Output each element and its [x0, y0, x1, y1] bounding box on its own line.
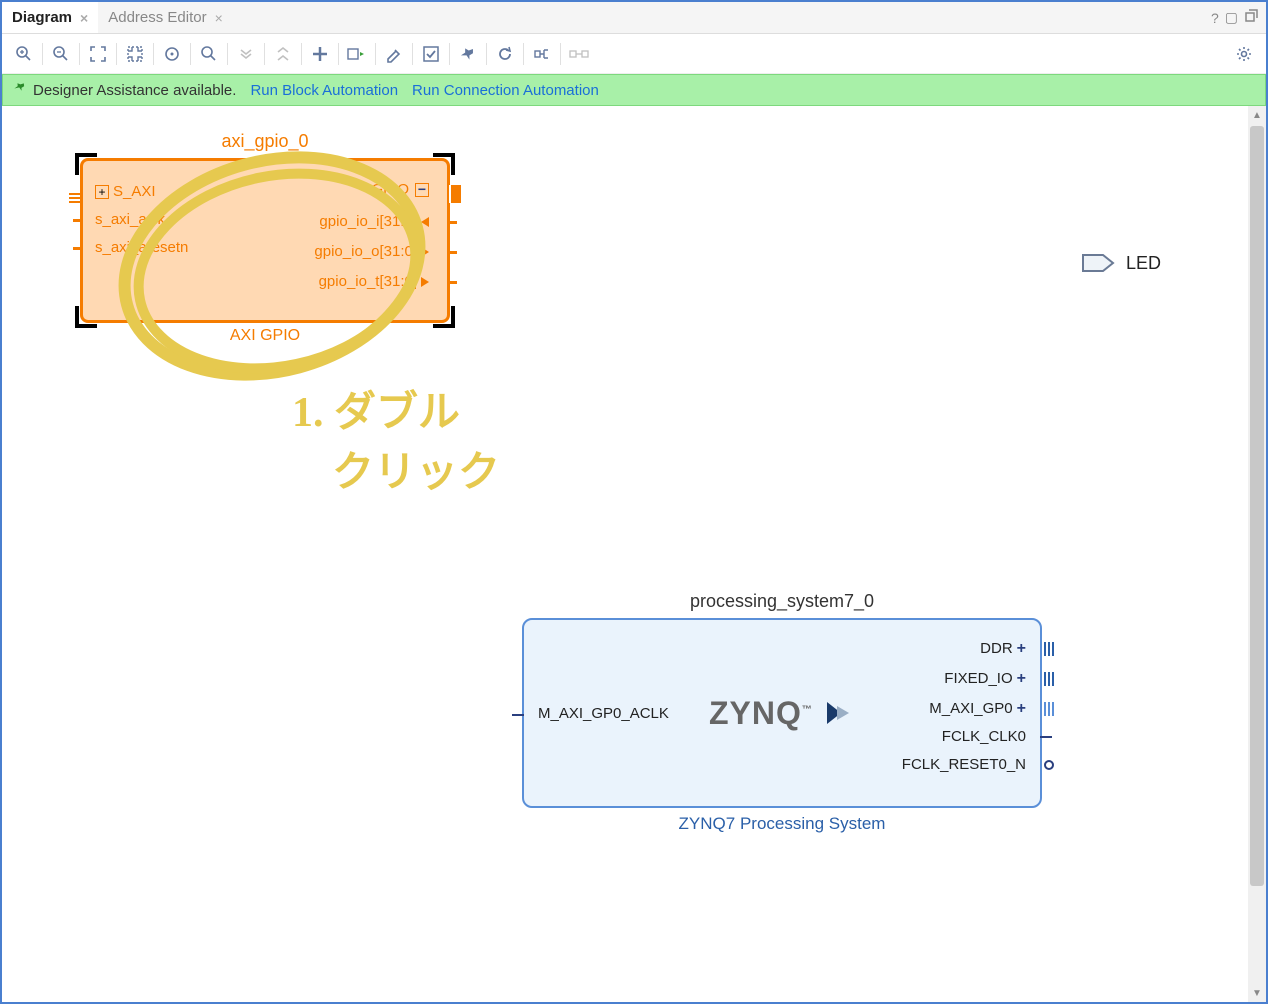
- diagram-toolbar: [2, 34, 1266, 74]
- tab-address-editor[interactable]: Address Editor ×: [98, 2, 233, 33]
- expand-button[interactable]: [269, 40, 297, 68]
- tab-diagram-label: Diagram: [12, 9, 72, 26]
- diagram-canvas[interactable]: axi_gpio_0 +S_AXI s_axi_aclk s_axi_arese…: [2, 106, 1266, 1002]
- tab-diagram-close-icon[interactable]: ×: [80, 10, 88, 26]
- tab-address-editor-close-icon[interactable]: ×: [215, 10, 223, 26]
- input-arrow-icon: [421, 217, 429, 227]
- bus-pin-icon[interactable]: [69, 191, 83, 203]
- designer-assistance-bar: Designer Assistance available. Run Block…: [2, 74, 1266, 106]
- zoom-area-button[interactable]: [121, 40, 149, 68]
- port-m-axi-gp0-aclk[interactable]: M_AXI_GP0_ACLK: [538, 705, 669, 722]
- scrollbar-thumb[interactable]: [1250, 126, 1264, 886]
- diagram-editor-window: Diagram × Address Editor × ? ▢: [0, 0, 1268, 1004]
- tab-bar: Diagram × Address Editor × ? ▢: [2, 2, 1266, 34]
- output-arrow-icon: [421, 247, 429, 257]
- zoom-fit-button[interactable]: [84, 40, 112, 68]
- validate-button[interactable]: [417, 40, 445, 68]
- pin-icon[interactable]: [447, 221, 457, 224]
- tab-diagram[interactable]: Diagram ×: [2, 2, 98, 33]
- port-gpio-io-t[interactable]: gpio_io_t[31:0]: [319, 273, 429, 290]
- collapse-button[interactable]: [232, 40, 260, 68]
- inverted-pin-icon[interactable]: [1044, 760, 1054, 770]
- selection-bracket-icon: [75, 306, 97, 328]
- port-gpio-io-o[interactable]: gpio_io_o[31:0]: [314, 243, 429, 260]
- port-ddr[interactable]: DDR+: [980, 640, 1026, 658]
- port-s-axi-aresetn[interactable]: s_axi_aresetn: [95, 239, 188, 256]
- scroll-up-icon[interactable]: ▲: [1248, 106, 1266, 124]
- collapse-icon[interactable]: −: [415, 183, 429, 197]
- expand-icon[interactable]: +: [1017, 640, 1026, 658]
- bus-pin-icon[interactable]: [1044, 642, 1054, 656]
- zynq-chevron-icon: [827, 695, 853, 732]
- external-port-led[interactable]: LED: [1082, 251, 1161, 275]
- bus-pin-icon[interactable]: [1044, 672, 1054, 686]
- port-gpio-io-i[interactable]: gpio_io_i[31:0]: [319, 213, 429, 230]
- settings-button[interactable]: [1230, 40, 1258, 68]
- bus-pin-icon[interactable]: [1044, 702, 1054, 716]
- auto-layout-button[interactable]: [528, 40, 556, 68]
- customize-button[interactable]: [380, 40, 408, 68]
- vertical-scrollbar[interactable]: ▲ ▼: [1248, 106, 1266, 1002]
- regenerate-button[interactable]: [491, 40, 519, 68]
- add-port-button[interactable]: [343, 40, 371, 68]
- output-port-icon: [1082, 251, 1116, 275]
- run-block-automation-link[interactable]: Run Block Automation: [250, 82, 398, 99]
- add-ip-button[interactable]: [306, 40, 334, 68]
- zoom-out-button[interactable]: [47, 40, 75, 68]
- pin-icon[interactable]: [1040, 736, 1052, 738]
- assist-text: Designer Assistance available.: [33, 82, 236, 99]
- tab-address-editor-label: Address Editor: [108, 9, 206, 26]
- pin-icon[interactable]: [73, 219, 83, 222]
- select-button[interactable]: [158, 40, 186, 68]
- svg-text:クリック: クリック: [332, 450, 500, 496]
- expand-icon[interactable]: +: [95, 185, 109, 199]
- ip-instance-name: axi_gpio_0: [80, 131, 450, 152]
- pin-button[interactable]: [454, 40, 482, 68]
- ip-type-label: AXI GPIO: [80, 327, 450, 345]
- search-button[interactable]: [195, 40, 223, 68]
- group-button[interactable]: [565, 40, 593, 68]
- expand-icon[interactable]: +: [1017, 700, 1026, 718]
- run-connection-automation-link[interactable]: Run Connection Automation: [412, 82, 599, 99]
- port-s-axi[interactable]: +S_AXI: [95, 183, 156, 200]
- port-label: LED: [1126, 253, 1161, 274]
- port-m-axi-gp0[interactable]: M_AXI_GP0+: [929, 700, 1026, 718]
- output-arrow-icon: [421, 277, 429, 287]
- pin-icon: [13, 81, 27, 99]
- help-icon[interactable]: ?: [1211, 10, 1219, 26]
- pin-icon[interactable]: [73, 247, 83, 250]
- zoom-in-button[interactable]: [10, 40, 38, 68]
- svg-text:1. ダブル: 1. ダブル: [292, 388, 460, 436]
- pin-icon[interactable]: [447, 251, 457, 254]
- zynq-logo: ZYNQ™: [709, 695, 853, 732]
- scroll-down-icon[interactable]: ▼: [1248, 984, 1266, 1002]
- port-fclk-reset0-n[interactable]: FCLK_RESET0_N: [902, 756, 1026, 773]
- port-fclk-clk0[interactable]: FCLK_CLK0: [942, 728, 1026, 745]
- port-s-axi-aclk[interactable]: s_axi_aclk: [95, 211, 165, 228]
- ip-block-body[interactable]: M_AXI_GP0_ACLK ZYNQ™ DDR+ FIXED_IO+ M_AX…: [522, 618, 1042, 808]
- selection-bracket-icon: [433, 153, 455, 175]
- expand-icon[interactable]: +: [1017, 670, 1026, 688]
- port-gpio-header[interactable]: GPIO−: [371, 181, 429, 198]
- ip-block-axi-gpio[interactable]: axi_gpio_0 +S_AXI s_axi_aclk s_axi_arese…: [80, 131, 450, 345]
- tabbar-right-controls: ? ▢: [1211, 9, 1266, 26]
- pin-icon[interactable]: [512, 714, 524, 716]
- popout-icon[interactable]: [1244, 9, 1258, 26]
- maximize-icon[interactable]: ▢: [1225, 9, 1238, 26]
- bus-pin-icon[interactable]: [449, 185, 461, 203]
- ip-instance-name: processing_system7_0: [522, 591, 1042, 612]
- port-fixed-io[interactable]: FIXED_IO+: [944, 670, 1026, 688]
- ip-block-zynq[interactable]: processing_system7_0 M_AXI_GP0_ACLK ZYNQ…: [522, 591, 1042, 834]
- ip-type-label: ZYNQ7 Processing System: [522, 814, 1042, 834]
- selection-bracket-icon: [75, 153, 97, 175]
- ip-block-body[interactable]: +S_AXI s_axi_aclk s_axi_aresetn GPIO− gp…: [80, 158, 450, 323]
- pin-icon[interactable]: [447, 281, 457, 284]
- selection-bracket-icon: [433, 306, 455, 328]
